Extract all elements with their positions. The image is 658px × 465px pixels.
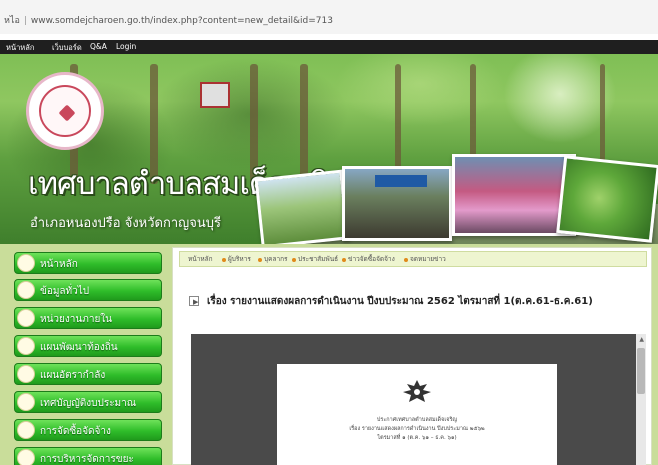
sidebar-item-home[interactable]: หน้าหลัก: [14, 252, 162, 274]
scrollbar-thumb[interactable]: [637, 348, 645, 394]
site-subtitle: อำเภอหนองปรือ จังหวัดกาญจนบุรี: [30, 216, 221, 231]
menu-bullet-icon: [17, 281, 35, 299]
pdf-page: ประกาศเทศบาลตำบลสมเด็จเจริญ เรื่อง รายงา…: [277, 364, 557, 465]
url-text[interactable]: www.somdejcharoen.go.th/index.php?conten…: [31, 16, 333, 26]
breadcrumb-home[interactable]: หน้าหลัก: [188, 254, 213, 264]
topnav-qa-link[interactable]: Q&A: [90, 42, 107, 51]
sidebar-item-label: การบริหารจัดการขยะ: [40, 454, 134, 465]
content-panel: หน้าหลัก ผู้บริหาร บุคลากร ประชาสัมพันธ์…: [172, 247, 652, 465]
topnav-login-link[interactable]: Login: [116, 42, 136, 51]
breadcrumb-bullet: [222, 258, 226, 262]
menu-bullet-icon: [17, 309, 35, 327]
municipality-seal-logo[interactable]: [26, 72, 104, 150]
banner-photo-road: [254, 169, 350, 244]
breadcrumb-bullet: [404, 258, 408, 262]
menu-bullet-icon: [17, 393, 35, 411]
sidebar-item-local-plan[interactable]: แผนพัฒนาท้องถิ่น: [14, 335, 162, 357]
seal-emblem-icon: [58, 104, 76, 122]
road-sign-image: [200, 82, 230, 108]
breadcrumb-executives[interactable]: ผู้บริหาร: [228, 254, 251, 264]
breadcrumb-bullet: [258, 258, 262, 262]
viewer-scrollbar[interactable]: ▲: [636, 334, 646, 465]
seal-ring: [39, 85, 91, 137]
breadcrumb-newsletter[interactable]: จดหมายข่าว: [410, 254, 446, 264]
top-nav-bar: หน้าหลัก เว็บบอร์ด Q&A Login: [0, 40, 658, 54]
sidebar-item-internal-units[interactable]: หน่วยงานภายใน: [14, 307, 162, 329]
sidebar-item-general-info[interactable]: ข้อมูลทั่วไป: [14, 279, 162, 301]
sidebar-item-label: แผนพัฒนาท้องถิ่น: [40, 342, 118, 353]
sidebar-item-label: เทศบัญญัติงบประมาณ: [40, 398, 137, 409]
doc-line: ไตรมาสที่ ๑ (ต.ค. ๖๑ – ธ.ค. ๖๑): [377, 435, 457, 441]
sidebar-item-manpower-plan[interactable]: แผนอัตรากำลัง: [14, 363, 162, 385]
pdf-viewer[interactable]: ประกาศเทศบาลตำบลสมเด็จเจริญ เรื่อง รายงา…: [191, 334, 646, 465]
sidebar-item-budget[interactable]: เทศบัญญัติงบประมาณ: [14, 391, 162, 413]
doc-line: เรื่อง รายงานแสดงผลการดำเนินงาน ปีงบประม…: [349, 426, 485, 432]
heading-arrow-icon: ▶: [189, 296, 199, 306]
address-text[interactable]: หไอ | www.somdejcharoen.go.th/index.php?co…: [4, 13, 333, 27]
menu-bullet-icon: [17, 449, 35, 465]
sidebar-item-label: แผนอัตรากำลัง: [40, 370, 106, 381]
sidebar-item-label: การจัดซื้อจัดจ้าง: [40, 426, 111, 437]
breadcrumb-pr[interactable]: ประชาสัมพันธ์: [298, 254, 338, 264]
breadcrumb-procurement-news[interactable]: ข่าวจัดซื้อจัดจ้าง: [348, 254, 395, 264]
breadcrumb-bullet: [342, 258, 346, 262]
garuda-emblem-icon: [403, 380, 431, 402]
address-prefix: หไอ: [4, 16, 20, 26]
browser-address-bar[interactable]: หไอ | www.somdejcharoen.go.th/index.php?co…: [0, 0, 658, 34]
sidebar-item-label: หน่วยงานภายใน: [40, 314, 113, 325]
banner-photo-sign: [375, 175, 427, 187]
site-banner: เทศบาลตำบลสมเด็จเจริญ อำเภอหนองปรือ จังห…: [0, 54, 658, 244]
scroll-up-icon[interactable]: ▲: [639, 336, 644, 343]
doc-line: ประกาศเทศบาลตำบลสมเด็จเจริญ: [376, 417, 458, 423]
sidebar-item-procurement[interactable]: การจัดซื้อจัดจ้าง: [14, 419, 162, 441]
menu-bullet-icon: [17, 254, 35, 272]
sidebar-item-label: ข้อมูลทั่วไป: [40, 286, 90, 297]
menu-bullet-icon: [17, 337, 35, 355]
topnav-home-link[interactable]: หน้าหลัก: [6, 42, 34, 54]
article-heading: ▶ เรื่อง รายงานแสดงผลการดำเนินงาน ปีงบปร…: [189, 294, 649, 310]
breadcrumb: หน้าหลัก ผู้บริหาร บุคลากร ประชาสัมพันธ์…: [179, 251, 647, 267]
sidebar-item-waste-management[interactable]: การบริหารจัดการขยะ: [14, 447, 162, 465]
topnav-webboard-link[interactable]: เว็บบอร์ด: [52, 42, 82, 54]
breadcrumb-bullet: [292, 258, 296, 262]
menu-bullet-icon: [17, 365, 35, 383]
banner-photo-event: [342, 166, 452, 241]
page: หไอ | www.somdejcharoen.go.th/index.php?co…: [0, 0, 658, 465]
banner-photo-plants: [556, 155, 658, 243]
article-title: เรื่อง รายงานแสดงผลการดำเนินงาน ปีงบประม…: [207, 296, 593, 307]
breadcrumb-staff[interactable]: บุคลากร: [264, 254, 288, 264]
sidebar-item-label: หน้าหลัก: [40, 259, 78, 270]
menu-bullet-icon: [17, 421, 35, 439]
